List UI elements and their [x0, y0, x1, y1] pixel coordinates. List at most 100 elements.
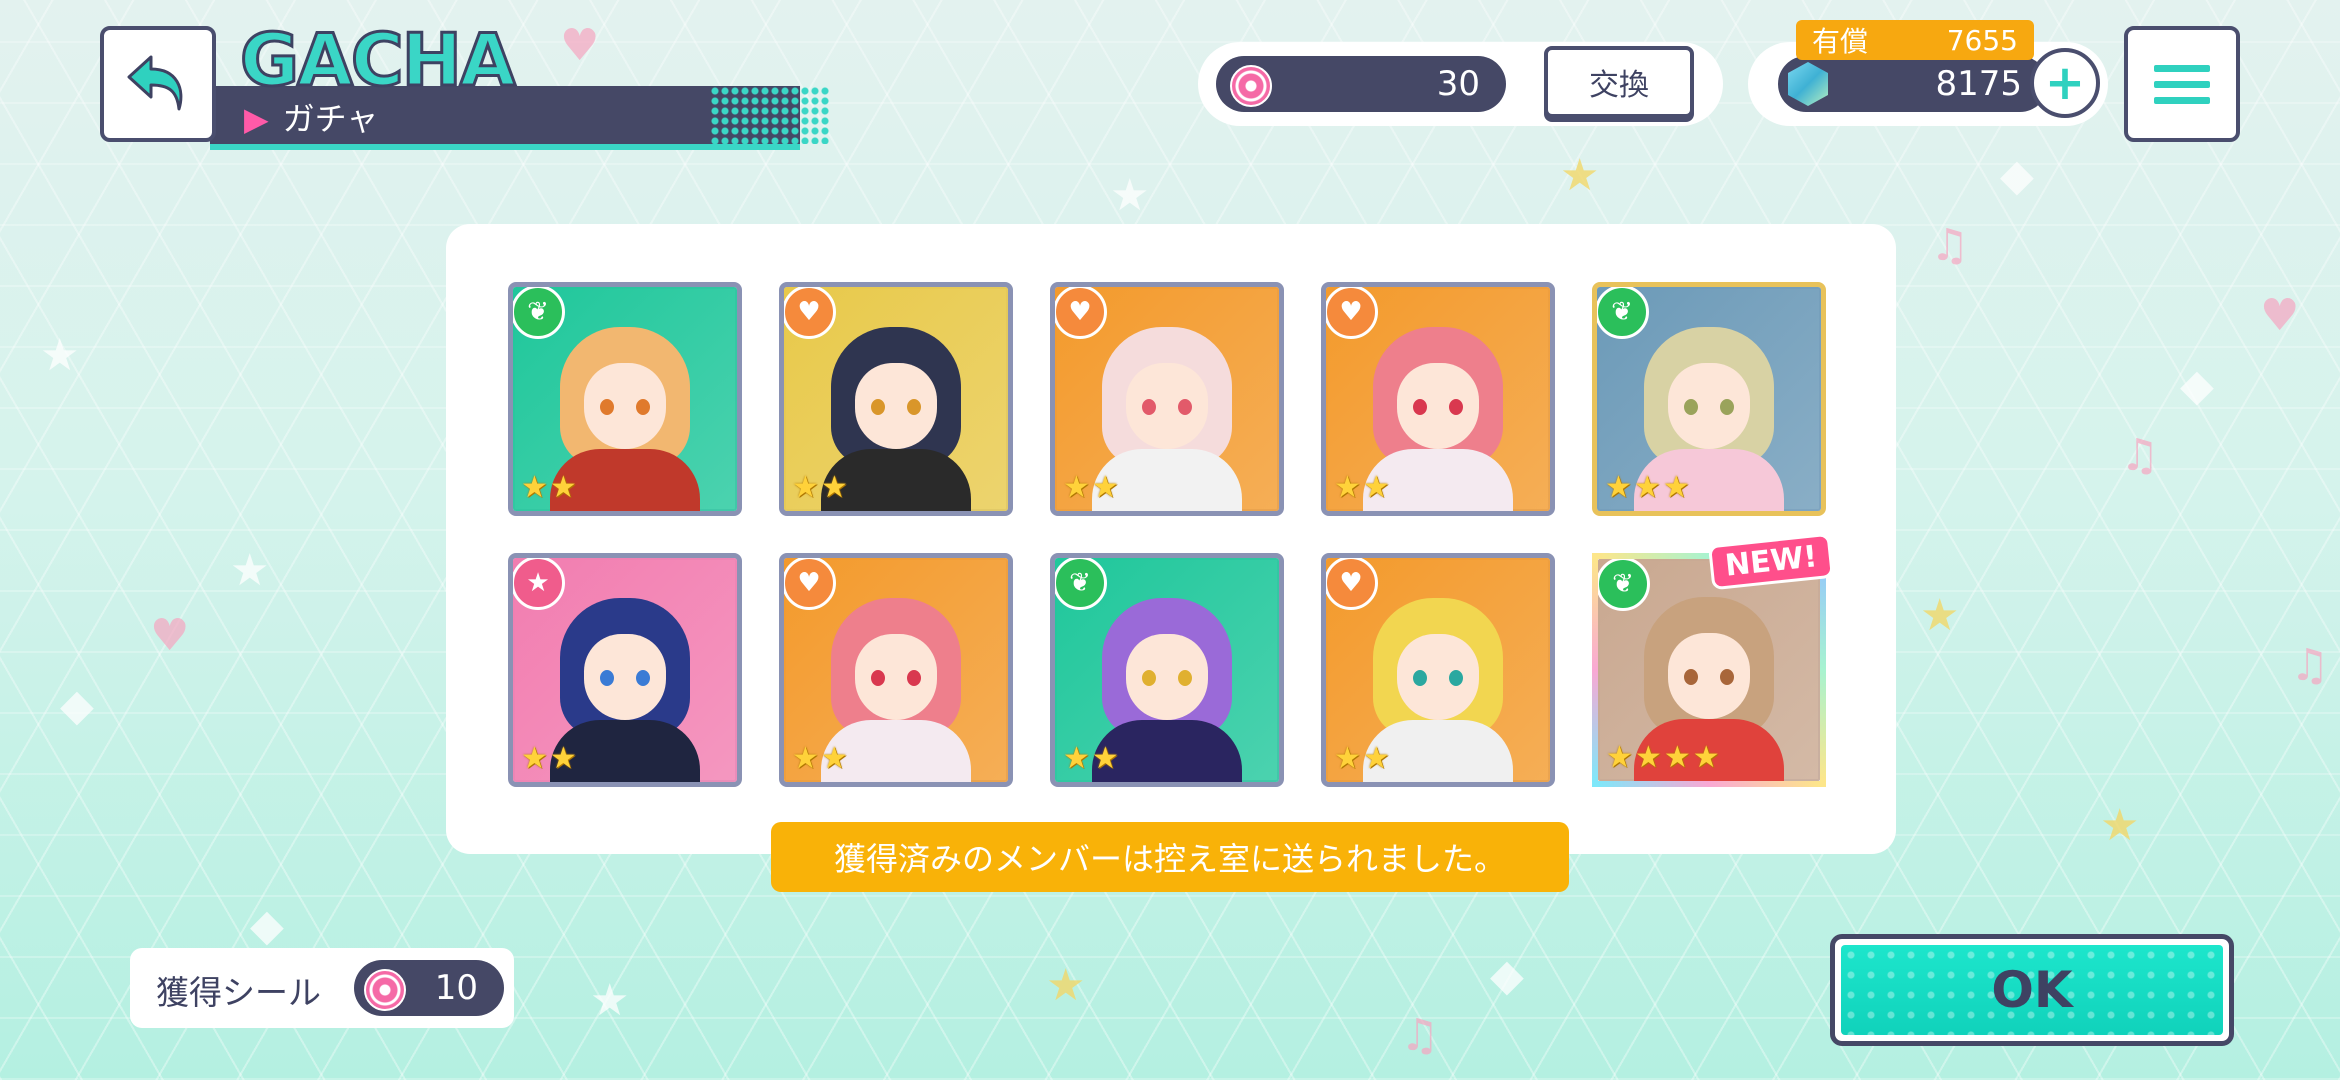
star-deco-icon: ★ [230, 545, 270, 596]
rarity-star-icon: ★ [1091, 470, 1119, 505]
character-card[interactable]: ♥ ★ ★ [1321, 553, 1555, 787]
character-card[interactable]: ★ ★ ★ [508, 553, 742, 787]
rarity-star-icon: ★ [521, 741, 548, 776]
star-deco-icon: ★ [40, 330, 80, 381]
rarity-star-icon: ★ [792, 741, 819, 776]
back-arrow-icon [127, 55, 183, 111]
sprout-attribute-icon: ❦ [1598, 559, 1650, 611]
rarity-stars: ★ ★ [521, 744, 577, 774]
rarity-star-icon: ★ [1692, 740, 1720, 775]
star-attribute-icon: ★ [513, 558, 565, 610]
star-badge-deco-icon: ★ [1560, 150, 1600, 201]
character-card[interactable]: ❦ ★ ★ ★ ★ [1592, 553, 1826, 787]
gacha-results-panel: ❦ ★ ★ ♥ ★ ★ ♥ ★ ★ ♥ ★ ★ ❦ ★ ★ ★ ★ ★ ★ ♥ ★ ★ ❦ ★ ★ ♥ ★ ★ ❦ ★ ★ ★ ★ NEW! [446, 224, 1896, 854]
add-gems-button[interactable]: + [2030, 48, 2100, 118]
sprout-attribute-icon: ❦ [1597, 287, 1649, 339]
seal-icon [364, 969, 406, 1011]
rarity-stars: ★ ★ [1334, 744, 1390, 774]
rarity-star-icon: ★ [1063, 470, 1090, 505]
character-card[interactable]: ❦ ★ ★ [508, 282, 742, 516]
paid-label: 有償 [1812, 25, 1869, 58]
rarity-star-icon: ★ [1605, 470, 1632, 505]
character-card[interactable]: ♥ ★ ★ [1050, 282, 1284, 516]
title-dots-decoration [710, 86, 830, 144]
rarity-stars: ★ ★ ★ [1605, 473, 1690, 503]
character-card[interactable]: ❦ ★ ★ [1050, 553, 1284, 787]
paid-gem-tag: 有償 7655 [1796, 20, 2034, 60]
character-card[interactable]: ♥ ★ ★ [779, 553, 1013, 787]
diamond-deco-icon: ◆ [2180, 360, 2214, 411]
heart-attribute-icon: ♥ [1326, 558, 1378, 610]
earned-seal-count: 10 [434, 968, 478, 1008]
sprout-attribute-icon: ❦ [1055, 558, 1107, 610]
rarity-star-icon: ★ [549, 741, 577, 776]
earned-seal-box: 獲得シール 10 [130, 948, 514, 1028]
rarity-star-icon: ★ [1663, 740, 1691, 775]
rarity-star-icon: ★ [1634, 740, 1662, 775]
gem-count: 8175 [1935, 64, 2022, 104]
diamond-deco-icon: ◆ [1490, 950, 1524, 1001]
rarity-star-icon: ★ [1606, 740, 1633, 775]
star-deco-icon: ★ [1110, 170, 1150, 221]
rarity-stars: ★ ★ [792, 744, 848, 774]
gem-count-pill: 8175 [1778, 56, 2048, 112]
heart-attribute-icon: ♥ [784, 558, 836, 610]
rarity-star-icon: ★ [1362, 470, 1390, 505]
music-note-deco-icon: ♫ [1400, 1010, 1440, 1061]
rarity-star-icon: ★ [1091, 741, 1119, 776]
character-card[interactable]: ♥ ★ ★ [779, 282, 1013, 516]
exchange-button[interactable]: 交換 [1544, 46, 1694, 118]
diamond-deco-icon: ◆ [60, 680, 94, 731]
rarity-star-icon: ★ [1662, 470, 1690, 505]
gem-icon [1788, 62, 1828, 106]
earned-seal-label: 獲得シール [156, 973, 321, 1012]
rarity-stars: ★ ★ [1063, 473, 1119, 503]
paid-value: 7655 [1946, 23, 2018, 57]
rarity-star-icon: ★ [521, 470, 548, 505]
rarity-stars: ★ ★ [1063, 744, 1119, 774]
ok-button[interactable]: OK [1830, 934, 2234, 1046]
menu-button[interactable] [2124, 26, 2240, 142]
title-jp-text: ガチャ [282, 100, 379, 138]
rarity-stars: ★ ★ [521, 473, 577, 503]
rarity-stars: ★ ★ [1334, 473, 1390, 503]
rarity-star-icon: ★ [820, 741, 848, 776]
rarity-stars: ★ ★ ★ ★ [1606, 743, 1720, 773]
heart-deco-icon: ♥ [2260, 290, 2300, 341]
character-card[interactable]: ♥ ★ ★ [1321, 282, 1555, 516]
rarity-star-icon: ★ [1334, 470, 1361, 505]
music-note-deco-icon: ♫ [2290, 640, 2330, 691]
rarity-stars: ★ ★ [792, 473, 848, 503]
star-deco-icon: ★ [590, 975, 630, 1026]
heart-attribute-icon: ♥ [784, 287, 836, 339]
heart-attribute-icon: ♥ [1326, 287, 1378, 339]
star-badge-deco-icon: ★ [2100, 800, 2140, 851]
character-card[interactable]: ❦ ★ ★ ★ [1592, 282, 1826, 516]
page-title: ▶ ガチャ GACHA [210, 18, 830, 150]
star-badge-deco-icon: ★ [1920, 590, 1960, 641]
rarity-star-icon: ★ [549, 470, 577, 505]
music-note-deco-icon: ♫ [1930, 220, 1970, 271]
menu-icon [2154, 64, 2210, 72]
rarity-star-icon: ★ [1633, 470, 1661, 505]
heart-deco-icon: ♥ [150, 610, 190, 661]
earned-seal-pill: 10 [354, 960, 504, 1016]
back-button[interactable] [100, 26, 216, 142]
heart-attribute-icon: ♥ [1055, 287, 1107, 339]
notice-banner: 獲得済みのメンバーは控え室に送られました。 [771, 822, 1569, 892]
diamond-deco-icon: ◆ [2000, 150, 2034, 201]
sprout-attribute-icon: ❦ [513, 287, 565, 339]
ok-button-label: OK [1841, 945, 2223, 1035]
rarity-star-icon: ★ [1334, 741, 1361, 776]
seal-count: 30 [1436, 64, 1480, 104]
rarity-star-icon: ★ [820, 470, 848, 505]
diamond-deco-icon: ◆ [250, 900, 284, 951]
rarity-star-icon: ★ [1063, 741, 1090, 776]
seal-icon [1230, 65, 1272, 107]
rarity-star-icon: ★ [792, 470, 819, 505]
title-en-text: GACHA [239, 18, 518, 102]
seal-count-pill: 30 [1216, 56, 1506, 112]
star-badge-deco-icon: ★ [1046, 960, 1086, 1011]
music-note-deco-icon: ♫ [2120, 430, 2160, 481]
play-triangle-icon: ▶ [244, 100, 269, 138]
